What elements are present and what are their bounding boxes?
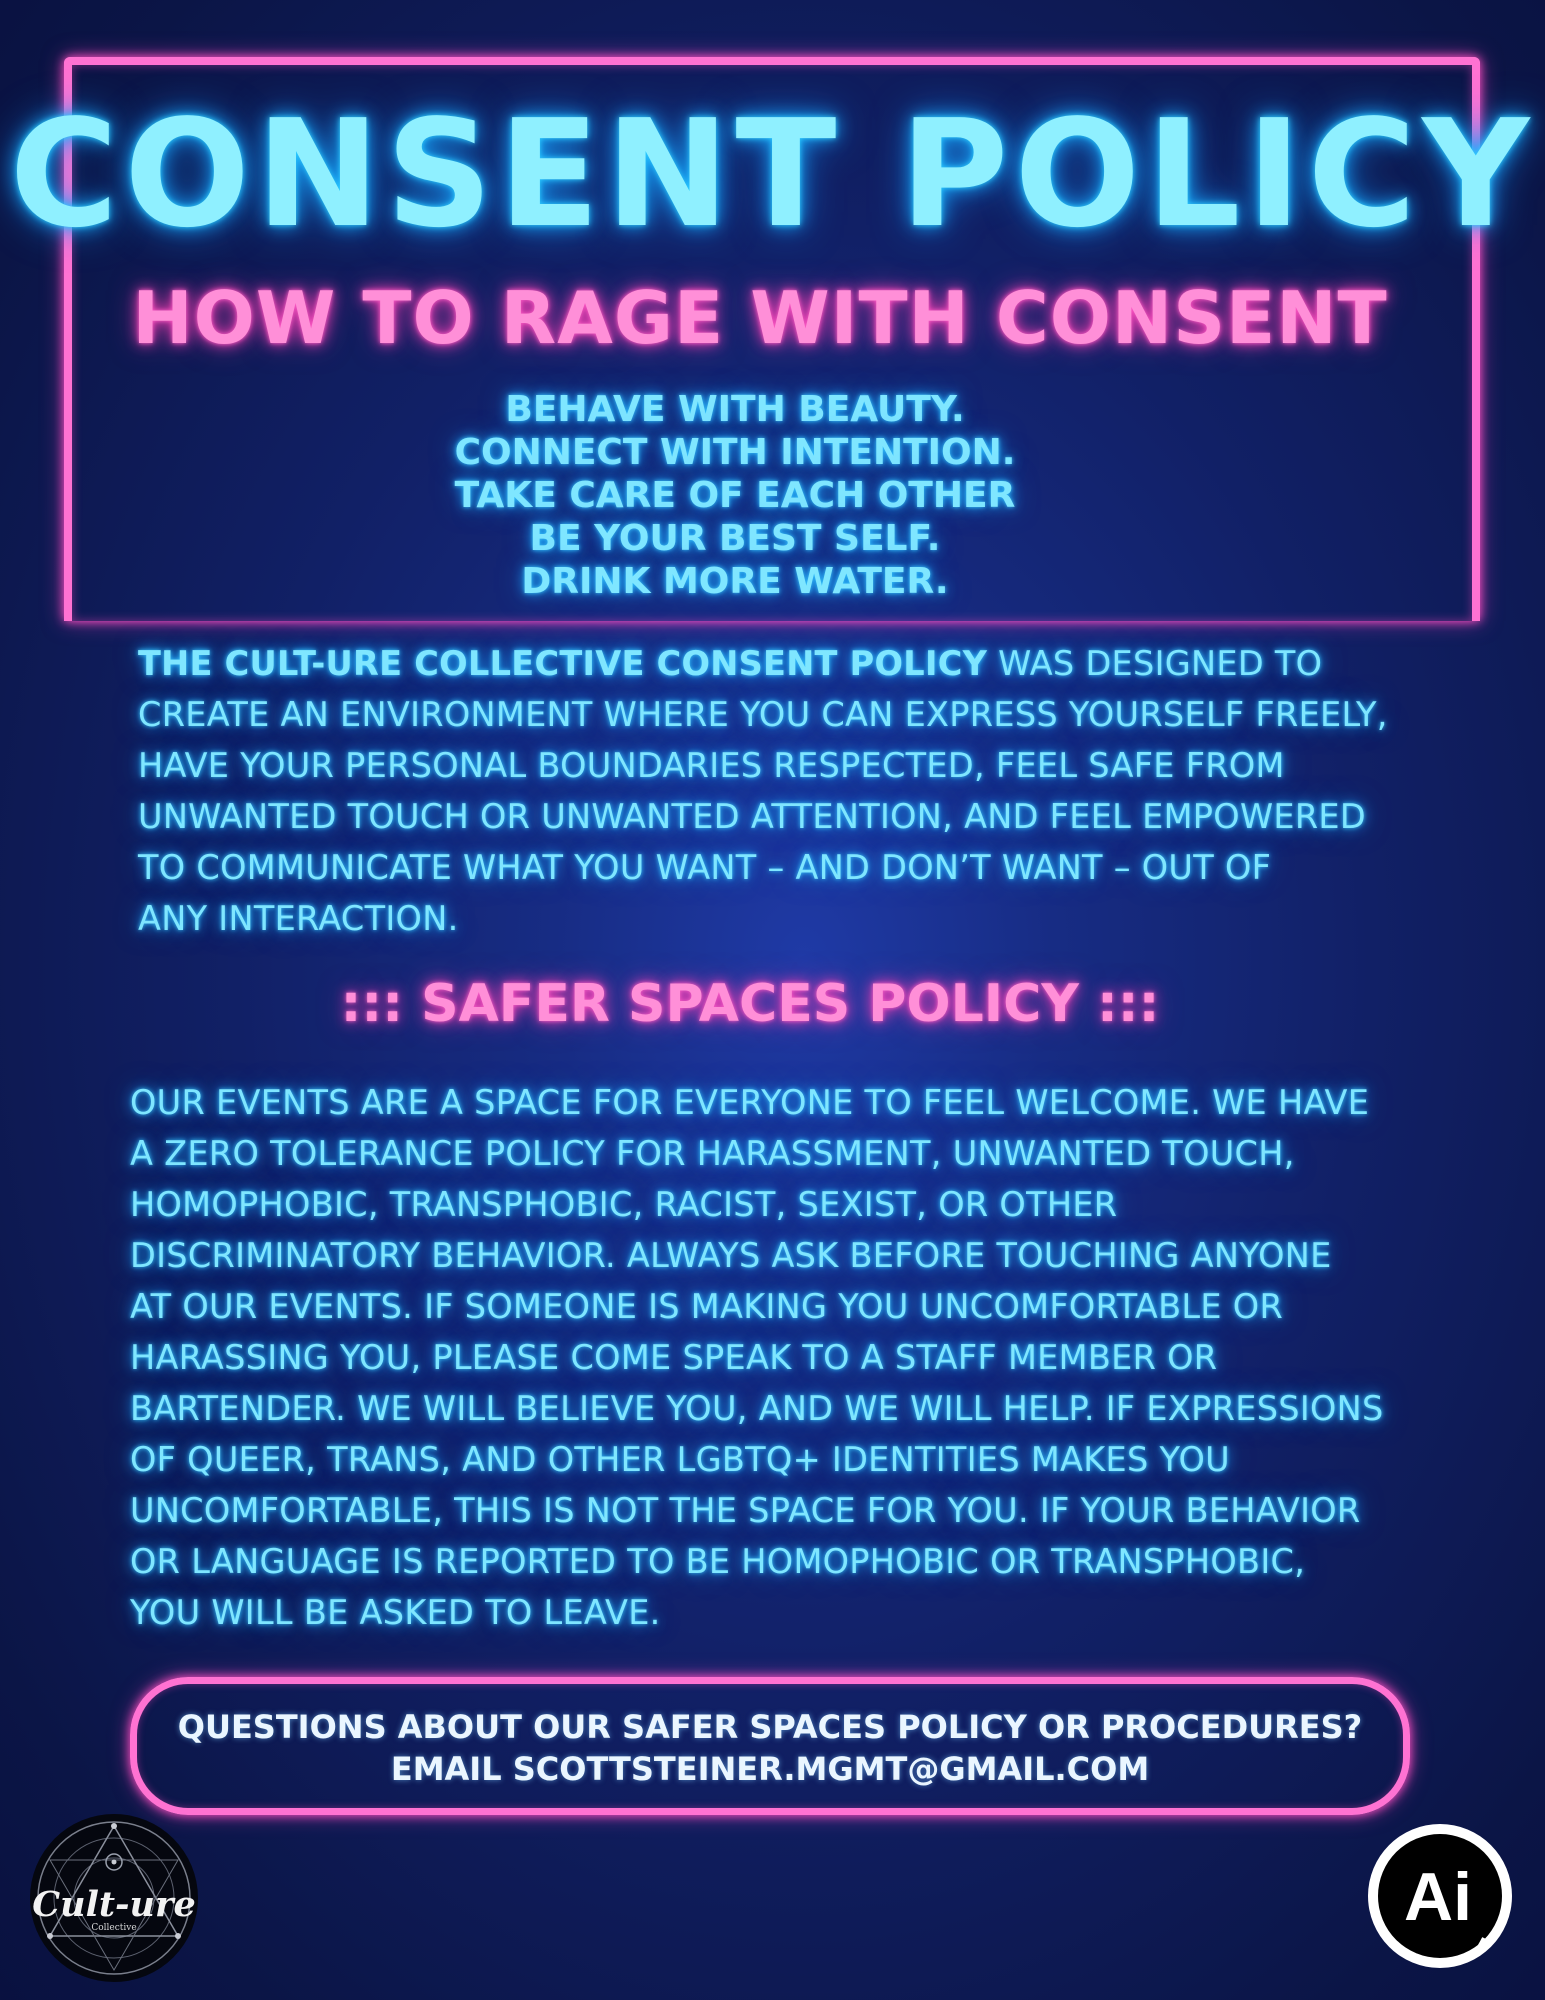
contact-box: QUESTIONS ABOUT OUR SAFER SPACES POLICY …: [130, 1677, 1410, 1815]
paragraph-line: A ZERO TOLERANCE POLICY FOR HARASSMENT, …: [130, 1134, 1295, 1173]
paragraph-line: OUR EVENTS ARE A SPACE FOR EVERYONE TO F…: [130, 1083, 1370, 1122]
paragraph-line: HOMOPHOBIC, TRANSPHOBIC, RACIST, SEXIST,…: [130, 1185, 1118, 1224]
logo-tagline: Collective: [91, 1923, 136, 1933]
motto-list: BEHAVE WITH BEAUTY. CONNECT WITH INTENTI…: [0, 388, 1470, 603]
paragraph-line: TO COMMUNICATE WHAT YOU WANT – AND DON’T…: [138, 848, 1272, 887]
page-subtitle: HOW TO RAGE WITH CONSENT: [132, 276, 1388, 360]
cult-ure-collective-logo-icon: Cult-ure Collective: [30, 1814, 198, 1982]
safer-spaces-paragraph: OUR EVENTS ARE A SPACE FOR EVERYONE TO F…: [130, 1077, 1384, 1638]
paragraph-line: CREATE AN ENVIRONMENT WHERE YOU CAN EXPR…: [138, 695, 1388, 734]
paragraph-text: WAS DESIGNED TO: [987, 644, 1323, 683]
paragraph-line: UNCOMFORTABLE, THIS IS NOT THE SPACE FOR…: [130, 1491, 1361, 1530]
contact-email-link[interactable]: EMAIL SCOTTSTEINER.MGMT@GMAIL.COM: [137, 1748, 1403, 1790]
paragraph-line: OF QUEER, TRANS, AND OTHER LGBTQ+ IDENTI…: [130, 1440, 1230, 1479]
paragraph-line: ANY INTERACTION.: [138, 899, 459, 938]
logo-wordmark: Cult-ure: [32, 1884, 195, 1925]
logo-wordmark: Ai: [1404, 1859, 1472, 1935]
motto-line: DRINK MORE WATER.: [521, 561, 949, 602]
motto-line: BE YOUR BEST SELF.: [529, 518, 941, 559]
page-title: CONSENT POLICY: [9, 88, 1536, 260]
ai-logo-icon: Ai: [1368, 1824, 1512, 1968]
policy-name: THE CULT-URE COLLECTIVE CONSENT POLICY: [138, 644, 988, 683]
paragraph-line: OR LANGUAGE IS REPORTED TO BE HOMOPHOBIC…: [130, 1542, 1306, 1581]
contact-question: QUESTIONS ABOUT OUR SAFER SPACES POLICY …: [177, 1708, 1363, 1746]
motto-line: BEHAVE WITH BEAUTY.: [505, 389, 965, 430]
paragraph-line: HAVE YOUR PERSONAL BOUNDARIES RESPECTED,…: [138, 746, 1285, 785]
paragraph-line: BARTENDER. WE WILL BELIEVE YOU, AND WE W…: [130, 1389, 1384, 1428]
motto-line: TAKE CARE OF EACH OTHER: [454, 475, 1016, 516]
paragraph-line: HARASSING YOU, PLEASE COME SPEAK TO A ST…: [130, 1338, 1218, 1377]
paragraph-line: DISCRIMINATORY BEHAVIOR. ALWAYS ASK BEFO…: [130, 1236, 1332, 1275]
motto-line: CONNECT WITH INTENTION.: [454, 432, 1016, 473]
consent-policy-paragraph: THE CULT-URE COLLECTIVE CONSENT POLICY W…: [138, 638, 1388, 944]
paragraph-line: THE CULT-URE COLLECTIVE CONSENT POLICY W…: [138, 638, 1388, 689]
paragraph-line: YOU WILL BE ASKED TO LEAVE.: [130, 1593, 661, 1632]
paragraph-line: AT OUR EVENTS. IF SOMEONE IS MAKING YOU …: [130, 1287, 1284, 1326]
paragraph-line: UNWANTED TOUCH OR UNWANTED ATTENTION, AN…: [138, 797, 1366, 836]
section-heading-safer-spaces: ::: SAFER SPACES POLICY :::: [340, 974, 1160, 1034]
